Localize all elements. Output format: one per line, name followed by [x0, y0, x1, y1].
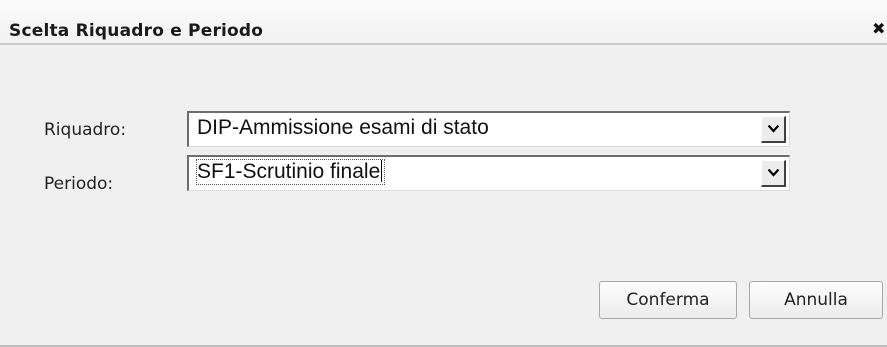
- dialog-titlebar[interactable]: Scelta Riquadro e Periodo ✖: [0, 0, 887, 45]
- riquadro-dropdown-button[interactable]: [761, 116, 786, 143]
- riquadro-selected-value: DIP-Ammissione esami di stato: [197, 116, 489, 139]
- periodo-dropdown-button[interactable]: [761, 160, 786, 187]
- chevron-down-icon: [768, 125, 779, 133]
- periodo-selected-text: SF1-Scrutinio finale: [197, 160, 381, 183]
- cancel-button[interactable]: Annulla: [749, 281, 883, 319]
- close-icon[interactable]: ✖: [872, 20, 887, 38]
- riquadro-label: Riquadro:: [44, 120, 127, 140]
- dialog-title: Scelta Riquadro e Periodo: [9, 21, 264, 41]
- periodo-label: Periodo:: [44, 174, 114, 194]
- dialog-body: Riquadro: DIP-Ammissione esami di stato …: [0, 45, 887, 347]
- chevron-down-icon: [768, 169, 779, 177]
- periodo-selected-value: SF1-Scrutinio finale: [195, 159, 386, 185]
- dialog-window: Scelta Riquadro e Periodo ✖ Riquadro: DI…: [0, 0, 887, 347]
- confirm-button[interactable]: Conferma: [599, 281, 737, 319]
- periodo-select[interactable]: SF1-Scrutinio finale: [187, 155, 790, 191]
- riquadro-select[interactable]: DIP-Ammissione esami di stato: [187, 111, 790, 147]
- text-caret: [381, 160, 383, 182]
